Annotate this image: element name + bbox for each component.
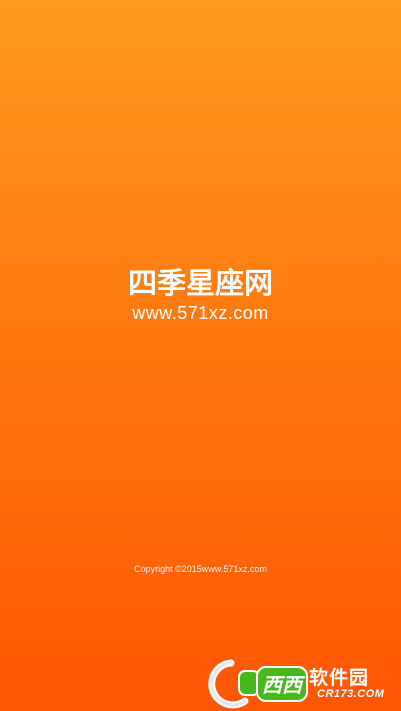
c-logo-icon: 西西: [208, 659, 308, 709]
site-watermark: 西西 软件园 CR173.COM: [201, 657, 401, 711]
copyright-text: Copyright ©2015www.571xz.com: [134, 564, 267, 574]
app-name: 四季星座网: [127, 266, 273, 300]
watermark-name: 软件园: [309, 667, 370, 689]
app-url: www.571xz.com: [132, 303, 269, 323]
watermark-mark: 西西: [262, 673, 306, 697]
watermark-domain: CR173.COM: [317, 688, 385, 700]
splash-screen: 四季星座网 www.571xz.com Copyright ©2015www.5…: [0, 0, 401, 711]
app-logo: 四季星座网 www.571xz.com: [0, 266, 401, 324]
